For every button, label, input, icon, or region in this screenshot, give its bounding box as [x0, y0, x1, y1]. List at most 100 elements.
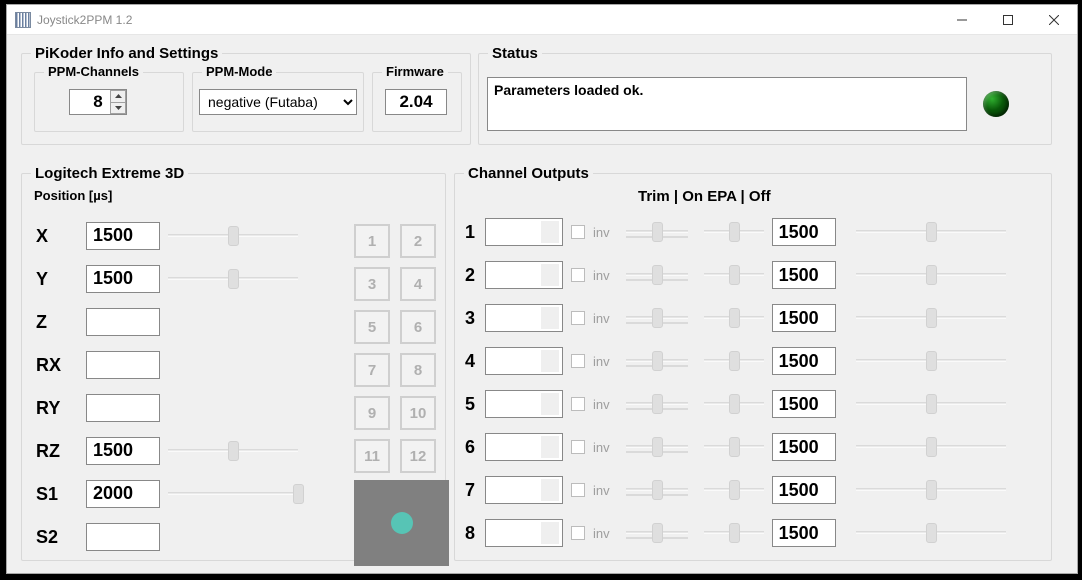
joystick-button-9[interactable]: 9: [354, 396, 390, 430]
channel-output-value: [772, 476, 836, 504]
ppm-channels-spinner[interactable]: [69, 89, 127, 115]
channel-output-value: [772, 218, 836, 246]
axis-slider[interactable]: [168, 482, 298, 506]
ppm-channels-group: PPM-Channels: [34, 72, 184, 132]
channel-source-select[interactable]: [485, 519, 563, 547]
channel-source-select[interactable]: [485, 218, 563, 246]
invert-checkbox[interactable]: [571, 483, 585, 497]
axis-label: Z: [36, 312, 86, 333]
minimize-button[interactable]: [939, 5, 985, 35]
invert-label: inv: [593, 526, 610, 541]
output-slider[interactable]: [856, 521, 1006, 545]
invert-checkbox[interactable]: [571, 354, 585, 368]
joystick-button-2[interactable]: 2: [400, 224, 436, 258]
invert-label: inv: [593, 440, 610, 455]
joystick-button-11[interactable]: 11: [354, 439, 390, 473]
output-slider[interactable]: [856, 220, 1006, 244]
ppm-channels-up[interactable]: [110, 90, 126, 103]
output-slider[interactable]: [856, 392, 1006, 416]
epa-slider[interactable]: [704, 392, 764, 416]
joystick-button-1[interactable]: 1: [354, 224, 390, 258]
firmware-value: [385, 89, 447, 115]
channel-source-select[interactable]: [485, 347, 563, 375]
axis-slider[interactable]: [168, 224, 298, 248]
channel-output-value: [772, 304, 836, 332]
ppm-channels-legend: PPM-Channels: [44, 64, 143, 79]
channel-source-select[interactable]: [485, 390, 563, 418]
output-slider[interactable]: [856, 306, 1006, 330]
output-slider[interactable]: [856, 263, 1006, 287]
axis-slider[interactable]: [168, 439, 298, 463]
invert-checkbox[interactable]: [571, 268, 585, 282]
channel-number: 8: [465, 523, 477, 544]
epa-slider[interactable]: [704, 220, 764, 244]
app-icon: [15, 12, 31, 28]
trim-slider[interactable]: [626, 306, 688, 330]
channel-row-6: 6 inv: [465, 433, 1006, 461]
joystick-button-5[interactable]: 5: [354, 310, 390, 344]
channel-source-select[interactable]: [485, 304, 563, 332]
epa-slider[interactable]: [704, 521, 764, 545]
axis-row-rz: RZ: [36, 437, 298, 465]
channel-output-value: [772, 261, 836, 289]
joystick-button-7[interactable]: 7: [354, 353, 390, 387]
channel-number: 7: [465, 480, 477, 501]
channel-row-5: 5inv: [465, 390, 1006, 418]
xy-pad[interactable]: [354, 480, 449, 566]
ppm-mode-select[interactable]: negative (Futaba): [199, 89, 357, 115]
output-slider[interactable]: [856, 349, 1006, 373]
trim-slider[interactable]: [626, 349, 688, 373]
trim-slider[interactable]: [626, 392, 688, 416]
axis-row-x: X: [36, 222, 298, 250]
axis-row-y: Y: [36, 265, 298, 293]
channel-number: 4: [465, 351, 477, 372]
axis-label: RZ: [36, 441, 86, 462]
epa-slider[interactable]: [704, 306, 764, 330]
epa-slider[interactable]: [704, 349, 764, 373]
ppm-mode-legend: PPM-Mode: [202, 64, 276, 79]
output-slider[interactable]: [856, 478, 1006, 502]
ppm-channels-down[interactable]: [110, 103, 126, 115]
position-label: Position [µs]: [34, 188, 112, 203]
ppm-mode-group: PPM-Mode negative (Futaba): [192, 72, 364, 132]
invert-label: inv: [593, 311, 610, 326]
channel-source-select[interactable]: [485, 476, 563, 504]
joystick-button-3[interactable]: 3: [354, 267, 390, 301]
channel-source-select[interactable]: [485, 433, 563, 461]
axis-value-input: [86, 480, 160, 508]
invert-checkbox[interactable]: [571, 225, 585, 239]
trim-slider[interactable]: [626, 220, 688, 244]
joystick-button-12[interactable]: 12: [400, 439, 436, 473]
joystick-button-6[interactable]: 6: [400, 310, 436, 344]
axis-row-s1: S1: [36, 480, 298, 508]
axis-row-z: Z: [36, 308, 160, 336]
client-area: PiKoder Info and Settings PPM-Channels P…: [7, 35, 1077, 573]
trim-slider[interactable]: [626, 521, 688, 545]
invert-checkbox[interactable]: [571, 397, 585, 411]
epa-slider[interactable]: [704, 435, 764, 459]
invert-label: inv: [593, 268, 610, 283]
invert-checkbox[interactable]: [571, 311, 585, 325]
window-controls: [939, 5, 1077, 35]
epa-slider[interactable]: [704, 478, 764, 502]
channel-output-value: [772, 519, 836, 547]
trim-slider[interactable]: [626, 435, 688, 459]
close-button[interactable]: [1031, 5, 1077, 35]
axis-label: RX: [36, 355, 86, 376]
joystick-button-10[interactable]: 10: [400, 396, 436, 430]
epa-slider[interactable]: [704, 263, 764, 287]
joystick-button-8[interactable]: 8: [400, 353, 436, 387]
axis-label: S2: [36, 527, 86, 548]
invert-label: inv: [593, 397, 610, 412]
channel-number: 6: [465, 437, 477, 458]
invert-checkbox[interactable]: [571, 440, 585, 454]
trim-slider[interactable]: [626, 478, 688, 502]
channel-source-select[interactable]: [485, 261, 563, 289]
trim-slider[interactable]: [626, 263, 688, 287]
maximize-button[interactable]: [985, 5, 1031, 35]
axis-slider[interactable]: [168, 267, 298, 291]
axis-row-ry: RY: [36, 394, 160, 422]
joystick-button-4[interactable]: 4: [400, 267, 436, 301]
invert-checkbox[interactable]: [571, 526, 585, 540]
output-slider[interactable]: [856, 435, 1006, 459]
